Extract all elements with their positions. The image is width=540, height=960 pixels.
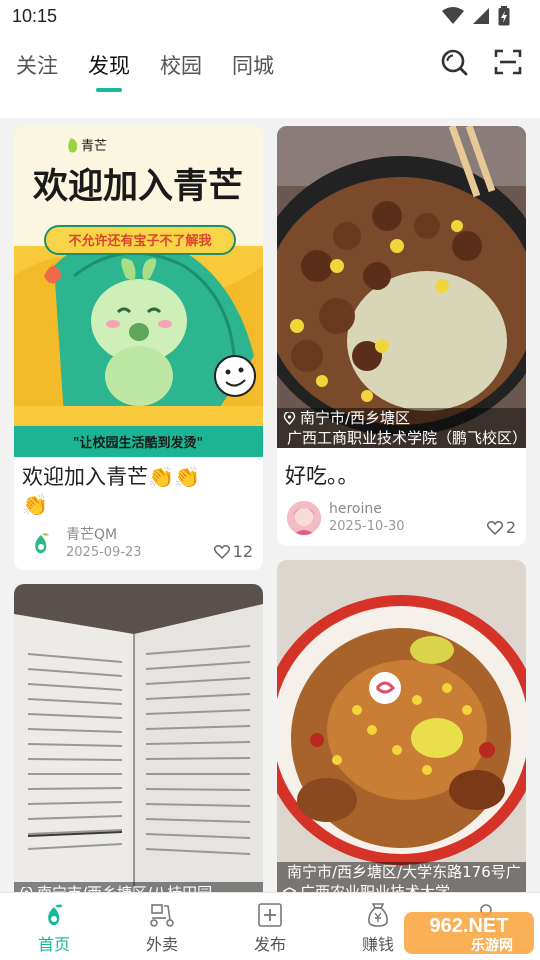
post-card[interactable]: 南宁市/西乡塘区 广西工商职业技术学院（鹏飞校区） 好吃。。 heroine 2… bbox=[277, 126, 526, 546]
author-name: heroine bbox=[329, 501, 382, 517]
like-button[interactable]: 2 bbox=[486, 518, 516, 537]
location-school: 广西工商职业技术学院（鹏飞校区） bbox=[287, 429, 520, 447]
nav-publish[interactable]: 发布 bbox=[230, 901, 310, 955]
noodle-bowl-photo bbox=[277, 560, 526, 892]
post-image[interactable] bbox=[14, 584, 263, 892]
tab-local[interactable]: 同城 bbox=[232, 50, 274, 80]
heart-icon bbox=[213, 544, 230, 559]
top-header: 关注 发现 校园 同城 bbox=[0, 34, 540, 118]
signal-icon bbox=[473, 8, 489, 24]
post-image[interactable] bbox=[277, 560, 526, 892]
search-icon bbox=[441, 49, 468, 76]
poster-bubble-text: 不允许还有宝子不了解我 bbox=[68, 233, 211, 249]
scan-button[interactable] bbox=[492, 46, 524, 78]
post-card[interactable]: 青芒 欢迎加入青芒 不允许还有宝子不了解我 "让校园生活酷到发烫" 欢迎加入青芒… bbox=[14, 126, 263, 570]
location-overlay: 南宁市/西乡塘区/八桂田园 bbox=[14, 882, 263, 892]
welcome-poster-image: 青芒 欢迎加入青芒 不允许还有宝子不了解我 "让校园生活酷到发烫" bbox=[14, 126, 263, 457]
tab-follow[interactable]: 关注 bbox=[16, 50, 58, 80]
poster-footer-text: "让校园生活酷到发烫" bbox=[73, 435, 204, 451]
location-city: 南宁市/西乡塘区/八桂田园 bbox=[37, 883, 212, 892]
post-title: 欢迎加入青芒👏👏 👏 bbox=[22, 465, 201, 517]
location-overlay: 南宁市/西乡塘区 广西工商职业技术学院（鹏飞校区） bbox=[277, 408, 526, 448]
scan-icon bbox=[494, 49, 522, 75]
user-avatar-icon bbox=[287, 501, 321, 535]
status-bar: 10:15 bbox=[0, 0, 540, 34]
tab-campus[interactable]: 校园 bbox=[160, 50, 202, 80]
location-pin-icon bbox=[283, 411, 296, 425]
post-author[interactable]: heroine 2025-10-30 bbox=[287, 500, 405, 536]
battery-icon bbox=[498, 6, 510, 26]
site-watermark: 962.NET 乐游网 bbox=[404, 910, 534, 956]
status-time: 10:15 bbox=[12, 6, 58, 26]
location-school: 广西农业职业技术大学 bbox=[300, 883, 451, 892]
like-count: 12 bbox=[232, 542, 253, 561]
wifi-icon bbox=[442, 7, 464, 24]
system-icons bbox=[442, 6, 510, 26]
post-date: 2025-09-23 bbox=[66, 545, 142, 560]
post-image[interactable]: 青芒 欢迎加入青芒 不允许还有宝子不了解我 "让校园生活酷到发烫" bbox=[14, 126, 263, 457]
textbook-photo bbox=[14, 584, 263, 892]
post-card[interactable]: 南宁市/西乡塘区/八桂田园 bbox=[14, 584, 263, 892]
post-author[interactable]: 青芒QM 2025-09-23 bbox=[24, 526, 142, 562]
post-date: 2025-10-30 bbox=[329, 519, 405, 534]
watermark-subtext: 乐游网 bbox=[471, 937, 513, 954]
poster-logo-text: 青芒 bbox=[81, 138, 107, 153]
heart-icon bbox=[486, 520, 503, 535]
location-city: 南宁市/西乡塘区/大学东路176号广 bbox=[287, 863, 520, 881]
add-post-icon bbox=[258, 903, 282, 927]
post-card[interactable]: 南宁市/西乡塘区/大学东路176号广 广西农业职业技术大学 bbox=[277, 560, 526, 892]
nav-takeout[interactable]: 外卖 bbox=[122, 901, 202, 955]
home-logo-icon bbox=[48, 904, 63, 926]
food-photo bbox=[277, 126, 526, 448]
watermark-logo: 962.NET 乐游网 bbox=[404, 912, 534, 954]
active-tab-indicator bbox=[96, 88, 122, 92]
money-bag-icon bbox=[368, 903, 388, 927]
search-button[interactable] bbox=[438, 46, 470, 78]
scooter-icon bbox=[150, 904, 174, 927]
avatar[interactable] bbox=[24, 527, 58, 561]
tab-discover[interactable]: 发现 bbox=[88, 50, 130, 92]
qingmang-logo-icon bbox=[35, 533, 49, 554]
post-title: 好吃。。 bbox=[285, 464, 359, 488]
watermark-text: 962.NET bbox=[430, 915, 509, 937]
location-city: 南宁市/西乡塘区 bbox=[300, 409, 411, 427]
like-button[interactable]: 12 bbox=[213, 542, 253, 561]
avatar[interactable] bbox=[287, 501, 321, 535]
discover-feed[interactable]: 青芒 欢迎加入青芒 不允许还有宝子不了解我 "让校园生活酷到发烫" 欢迎加入青芒… bbox=[0, 118, 540, 892]
poster-title: 欢迎加入青芒 bbox=[32, 167, 243, 207]
top-tabs: 关注 发现 校园 同城 bbox=[16, 50, 274, 92]
post-image[interactable] bbox=[277, 126, 526, 448]
author-name: 青芒QM bbox=[66, 527, 118, 543]
like-count: 2 bbox=[505, 518, 516, 537]
nav-home[interactable]: 首页 bbox=[14, 901, 94, 955]
location-overlay: 南宁市/西乡塘区/大学东路176号广 广西农业职业技术大学 bbox=[277, 862, 526, 892]
